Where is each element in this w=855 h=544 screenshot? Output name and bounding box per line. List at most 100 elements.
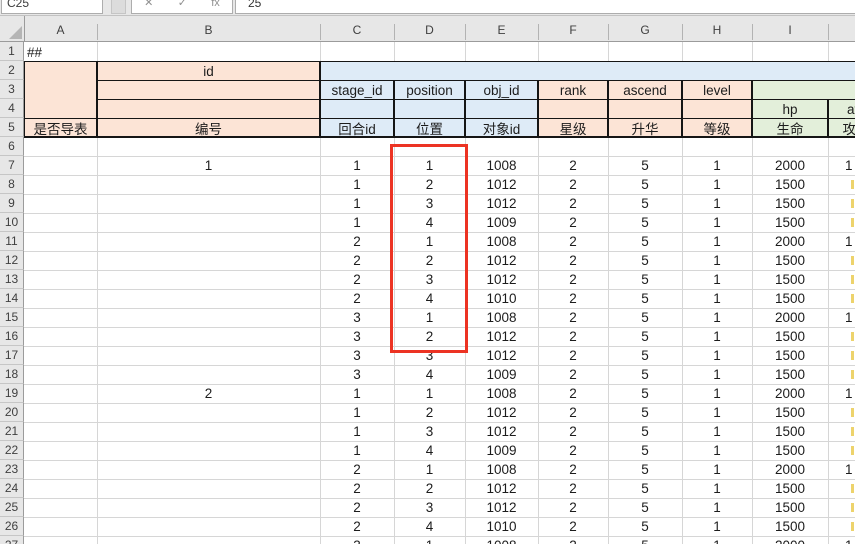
cell-G15[interactable]: 5: [608, 308, 682, 327]
cell-F20[interactable]: 2: [538, 403, 608, 422]
col-header-C[interactable]: C: [320, 20, 394, 40]
cell-H9[interactable]: 1: [682, 194, 752, 213]
cell-B2[interactable]: id: [97, 61, 320, 81]
cell-J26-partial[interactable]: [851, 522, 854, 531]
cell-H21[interactable]: 1: [682, 422, 752, 441]
cell-H25[interactable]: 1: [682, 498, 752, 517]
cell-I18[interactable]: 1500: [752, 365, 828, 384]
cell-C20[interactable]: 1: [320, 403, 394, 422]
name-box[interactable]: C25: [1, 0, 103, 14]
cell-J12-partial[interactable]: [851, 256, 854, 265]
cell-E20[interactable]: 1012: [465, 403, 538, 422]
name-box-dropdown-icon[interactable]: [111, 0, 126, 14]
row-header-17[interactable]: 17: [0, 346, 24, 365]
cell-H3[interactable]: level: [682, 80, 752, 100]
row-header-22[interactable]: 22: [0, 441, 24, 460]
cell-H22[interactable]: 1: [682, 441, 752, 460]
col-header-F[interactable]: F: [538, 20, 608, 40]
cell-E3[interactable]: obj_id: [465, 80, 538, 100]
cell-G14[interactable]: 5: [608, 289, 682, 308]
cell-F5[interactable]: 星级: [538, 118, 608, 138]
row-header-20[interactable]: 20: [0, 403, 24, 422]
row-header-1[interactable]: 1: [0, 42, 24, 61]
cell-E26[interactable]: 1010: [465, 517, 538, 536]
cell-I19[interactable]: 2000: [752, 384, 828, 403]
cell-I13[interactable]: 1500: [752, 270, 828, 289]
cell-G24[interactable]: 5: [608, 479, 682, 498]
cell-H11[interactable]: 1: [682, 232, 752, 251]
cell-I20[interactable]: 1500: [752, 403, 828, 422]
cell-I10[interactable]: 1500: [752, 213, 828, 232]
cell-I24[interactable]: 1500: [752, 479, 828, 498]
cell-F15[interactable]: 2: [538, 308, 608, 327]
cell-I21[interactable]: 1500: [752, 422, 828, 441]
cell-C9[interactable]: 1: [320, 194, 394, 213]
cell-E16[interactable]: 1012: [465, 327, 538, 346]
cell-D5[interactable]: 位置: [394, 118, 465, 138]
cell-C2-J2[interactable]: [320, 61, 855, 81]
row-header-16[interactable]: 16: [0, 327, 24, 346]
cell-F4[interactable]: [538, 99, 608, 119]
row-header-2[interactable]: 2: [0, 61, 24, 80]
cell-C22[interactable]: 1: [320, 441, 394, 460]
cell-I9[interactable]: 1500: [752, 194, 828, 213]
cell-F26[interactable]: 2: [538, 517, 608, 536]
cell-G18[interactable]: 5: [608, 365, 682, 384]
cell-E9[interactable]: 1012: [465, 194, 538, 213]
cell-J19-partial[interactable]: 1: [845, 384, 855, 403]
cell-H18[interactable]: 1: [682, 365, 752, 384]
cell-H20[interactable]: 1: [682, 403, 752, 422]
cell-H4[interactable]: [682, 99, 752, 119]
cell-G5[interactable]: 升华: [608, 118, 682, 138]
col-header-G[interactable]: G: [608, 20, 682, 40]
fx-icon[interactable]: fx: [211, 0, 220, 9]
cell-I8[interactable]: 1500: [752, 175, 828, 194]
col-header-B[interactable]: B: [97, 20, 320, 40]
cell-J23-partial[interactable]: 1: [845, 460, 855, 479]
row-header-8[interactable]: 8: [0, 175, 24, 194]
row-header-4[interactable]: 4: [0, 99, 24, 118]
cell-G23[interactable]: 5: [608, 460, 682, 479]
cell-J25-partial[interactable]: [851, 503, 854, 512]
cell-F7[interactable]: 2: [538, 156, 608, 175]
cell-J11-partial[interactable]: 1: [845, 232, 855, 251]
cell-J9-partial[interactable]: [851, 199, 854, 208]
cell-I5[interactable]: 生命: [752, 118, 828, 138]
cell-G3[interactable]: ascend: [608, 80, 682, 100]
row-header-15[interactable]: 15: [0, 308, 24, 327]
cell-H13[interactable]: 1: [682, 270, 752, 289]
cell-J8-partial[interactable]: [851, 180, 854, 189]
cell-D3[interactable]: position: [394, 80, 465, 100]
cell-G4[interactable]: [608, 99, 682, 119]
cell-F13[interactable]: 2: [538, 270, 608, 289]
cell-C3[interactable]: stage_id: [320, 80, 394, 100]
cell-J13-partial[interactable]: [851, 275, 854, 284]
row-header-10[interactable]: 10: [0, 213, 24, 232]
cell-D23[interactable]: 1: [394, 460, 465, 479]
cell-H19[interactable]: 1: [682, 384, 752, 403]
cell-I7[interactable]: 2000: [752, 156, 828, 175]
cell-I25[interactable]: 1500: [752, 498, 828, 517]
cell-E22[interactable]: 1009: [465, 441, 538, 460]
cell-H10[interactable]: 1: [682, 213, 752, 232]
cell-G9[interactable]: 5: [608, 194, 682, 213]
cell-E7[interactable]: 1008: [465, 156, 538, 175]
cell-C23[interactable]: 2: [320, 460, 394, 479]
cell-J17-partial[interactable]: [851, 351, 854, 360]
cell-D21[interactable]: 3: [394, 422, 465, 441]
cell-H15[interactable]: 1: [682, 308, 752, 327]
cell-A5[interactable]: 是否导表: [24, 118, 97, 138]
row-header-11[interactable]: 11: [0, 232, 24, 251]
row-header-6[interactable]: 6: [0, 137, 24, 156]
cell-I16[interactable]: 1500: [752, 327, 828, 346]
cell-G19[interactable]: 5: [608, 384, 682, 403]
cell-I22[interactable]: 1500: [752, 441, 828, 460]
cell-J27-partial[interactable]: 1: [845, 536, 855, 544]
row-header-18[interactable]: 18: [0, 365, 24, 384]
col-header-A[interactable]: A: [24, 20, 97, 40]
row-header-7[interactable]: 7: [0, 156, 24, 175]
cell-G27[interactable]: 5: [608, 536, 682, 544]
cell-F18[interactable]: 2: [538, 365, 608, 384]
cell-H24[interactable]: 1: [682, 479, 752, 498]
cell-G8[interactable]: 5: [608, 175, 682, 194]
